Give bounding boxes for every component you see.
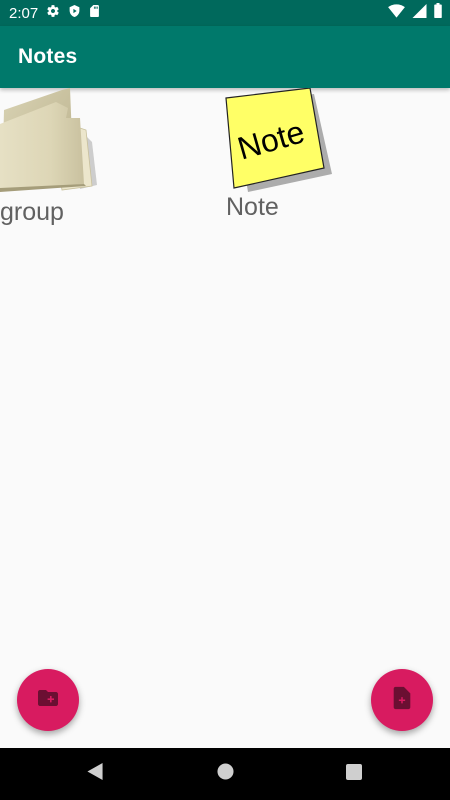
group-item[interactable]: group xyxy=(0,88,110,238)
create-note-icon xyxy=(391,686,413,715)
note-item-label: Note xyxy=(226,193,279,221)
settings-icon xyxy=(46,4,60,23)
status-left: 2:07 xyxy=(9,4,100,23)
signal-icon xyxy=(412,3,427,23)
status-bar: 2:07 xyxy=(0,0,450,26)
back-button[interactable] xyxy=(65,748,125,800)
back-icon xyxy=(87,763,103,785)
status-time: 2:07 xyxy=(9,4,39,22)
recents-icon xyxy=(346,763,362,785)
note-item[interactable]: Note Note xyxy=(222,87,342,238)
app-bar: Notes xyxy=(0,26,450,88)
sd-card-icon xyxy=(89,4,100,23)
recents-button[interactable] xyxy=(324,748,384,800)
shield-icon xyxy=(68,4,81,23)
group-item-label: group xyxy=(0,198,64,226)
status-right xyxy=(388,3,442,23)
battery-icon xyxy=(434,3,442,23)
home-button[interactable] xyxy=(195,748,255,800)
create-folder-icon xyxy=(36,686,60,715)
app-title: Notes xyxy=(18,45,78,68)
add-group-button[interactable] xyxy=(17,669,79,731)
sticky-note-icon: Note xyxy=(222,87,334,197)
folder-icon xyxy=(0,88,100,197)
navigation-bar xyxy=(0,748,450,800)
home-icon xyxy=(216,763,234,785)
wifi-icon xyxy=(388,3,405,23)
add-note-button[interactable] xyxy=(371,669,433,731)
